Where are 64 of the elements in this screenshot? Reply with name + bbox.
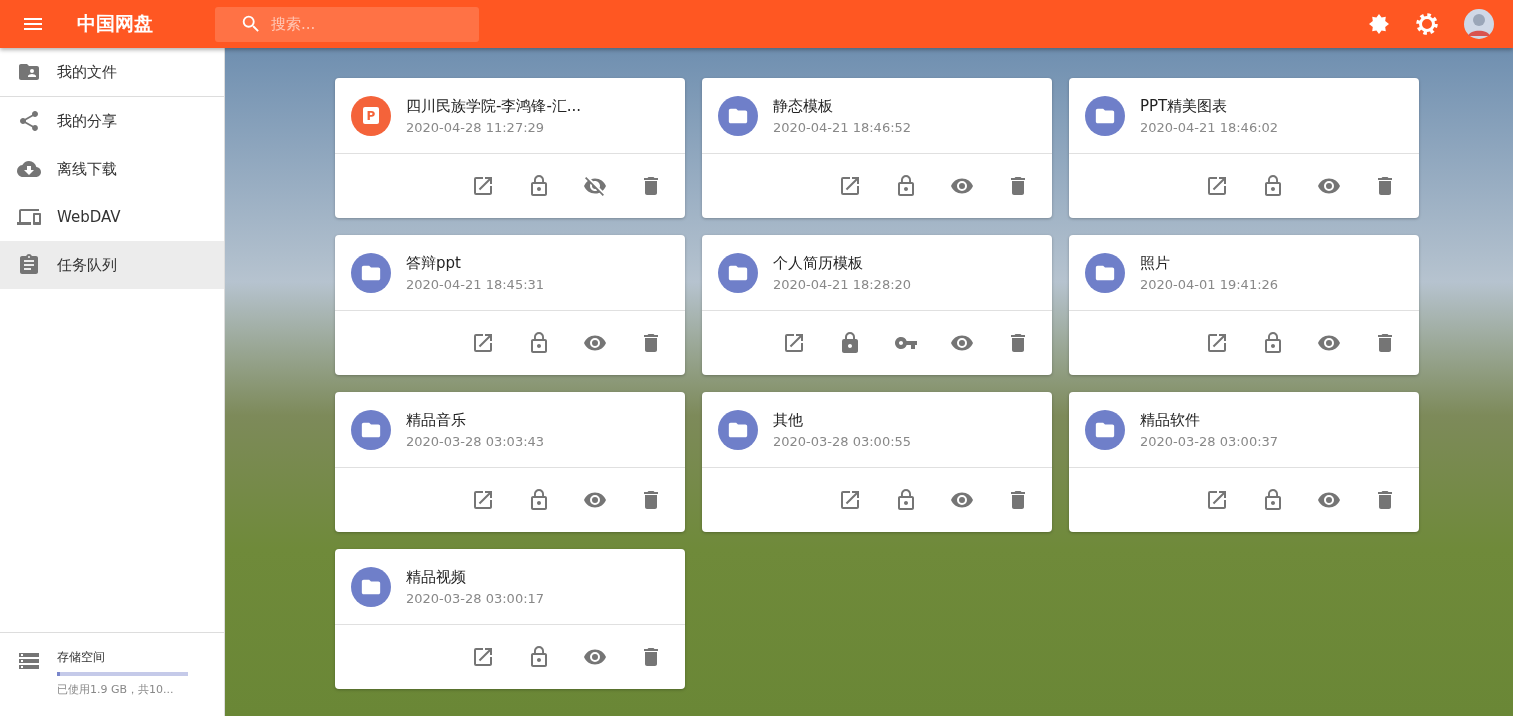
folder-icon: [1085, 95, 1125, 136]
folder-icon: [351, 252, 391, 293]
sidebar-item[interactable]: WebDAV: [0, 193, 224, 241]
sidebar-item[interactable]: 任务队列: [0, 241, 224, 289]
share-date: 2020-04-21 18:45:31: [406, 276, 545, 292]
avatar-icon[interactable]: [1463, 8, 1495, 40]
file-name: 照片: [1140, 253, 1171, 273]
share-date: 2020-04-21 18:46:52: [773, 119, 912, 135]
folder-icon: [351, 566, 391, 607]
share-date: 2020-04-28 11:27:29: [406, 119, 546, 135]
share-date: 2020-03-28 03:00:17: [406, 590, 545, 606]
open-icon[interactable]: [1205, 174, 1229, 198]
file-name: 个人简历模板: [773, 253, 864, 273]
share-date: 2020-03-28 03:03:43: [406, 433, 545, 449]
share-card[interactable]: P 四川民族学院-李鸿锋-汇... 2020-04-28 11:27:29: [335, 78, 685, 218]
folder-icon: [718, 252, 758, 293]
folder-icon: [1085, 409, 1125, 450]
share-card[interactable]: PPT精美图表 2020-04-21 18:46:02: [1069, 78, 1419, 218]
share-card[interactable]: 其他 2020-03-28 03:00:55: [702, 392, 1052, 532]
file-name: 四川民族学院-李鸿锋-汇...: [406, 96, 582, 116]
folder-icon: [1085, 252, 1125, 293]
share-card[interactable]: 静态模板 2020-04-21 18:46:52: [702, 78, 1052, 218]
share-date: 2020-04-21 18:46:02: [1140, 119, 1279, 135]
share-date: 2020-03-28 03:00:37: [1140, 433, 1279, 449]
open-icon[interactable]: [838, 488, 862, 512]
open-icon[interactable]: [471, 331, 495, 355]
app-title: 中国网盘: [77, 11, 154, 36]
eye-off-icon[interactable]: [583, 174, 607, 198]
storage-usage: 已使用1.9 GB，共10...: [57, 682, 175, 697]
share-date: 2020-03-28 03:00:55: [773, 433, 912, 449]
file-name: 精品软件: [1140, 410, 1201, 430]
share-card[interactable]: 精品音乐 2020-03-28 03:03:43: [335, 392, 685, 532]
file-name: 静态模板: [773, 96, 834, 116]
file-name: 精品音乐: [406, 410, 467, 430]
open-icon[interactable]: [471, 645, 495, 669]
share-date: 2020-04-01 19:41:26: [1140, 276, 1279, 292]
share-card[interactable]: 精品视频 2020-03-28 03:00:17: [335, 549, 685, 689]
file-name: 其他: [773, 410, 804, 430]
share-card[interactable]: 精品软件 2020-03-28 03:00:37: [1069, 392, 1419, 532]
folder-icon: [718, 409, 758, 450]
file-name: 答辩ppt: [406, 253, 462, 273]
clipboard-icon: [17, 253, 41, 277]
settings-icon[interactable]: [1415, 12, 1439, 36]
share-card[interactable]: 个人简历模板 2020-04-21 18:28:20: [702, 235, 1052, 375]
file-name: 精品视频: [406, 567, 467, 587]
open-icon[interactable]: [1205, 488, 1229, 512]
folder-icon: [718, 95, 758, 136]
brightness-icon[interactable]: [1367, 12, 1391, 36]
open-icon[interactable]: [782, 331, 806, 355]
sidebar-item[interactable]: 我的文件: [0, 48, 224, 96]
share-card[interactable]: 照片 2020-04-01 19:41:26: [1069, 235, 1419, 375]
open-icon[interactable]: [838, 174, 862, 198]
file-name: PPT精美图表: [1140, 96, 1229, 116]
sidebar-item[interactable]: 离线下载: [0, 145, 224, 193]
open-icon[interactable]: [1205, 331, 1229, 355]
open-icon[interactable]: [471, 488, 495, 512]
share-icon: [17, 109, 41, 133]
open-icon[interactable]: [471, 174, 495, 198]
storage-title: 存储空间: [57, 649, 106, 666]
folder-icon: [351, 409, 391, 450]
sidebar-item[interactable]: 我的分享: [0, 97, 224, 145]
ppt-file-icon: P: [351, 95, 391, 136]
share-date: 2020-04-21 18:28:20: [773, 276, 912, 292]
share-card[interactable]: 答辩ppt 2020-04-21 18:45:31: [335, 235, 685, 375]
